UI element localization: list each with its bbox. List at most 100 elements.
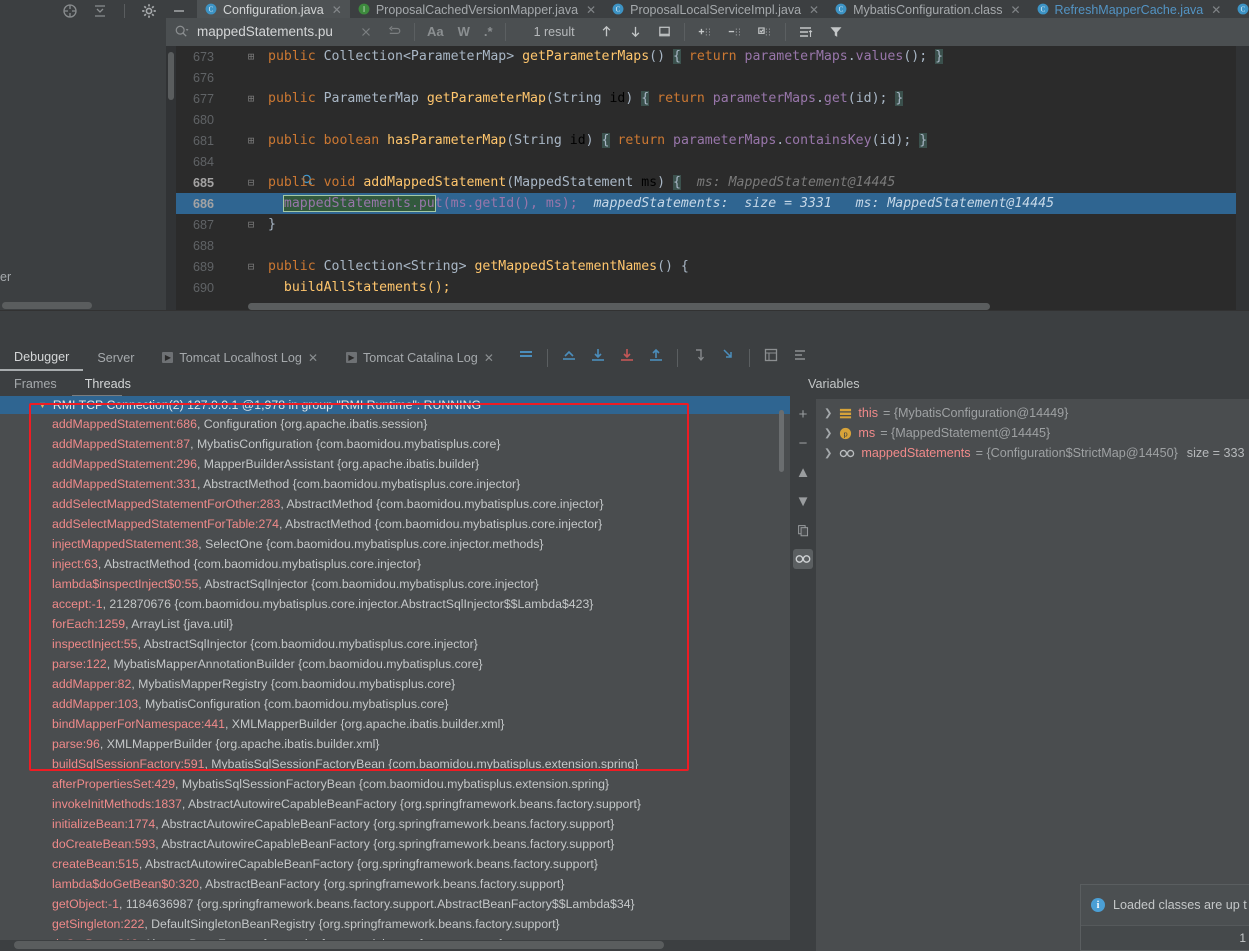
variable-row-this[interactable]: ❯ this = {MybatisConfiguration@14449} [790,403,1249,423]
frame-row[interactable]: bindMapperForNamespace:441, XMLMapperBui… [0,714,790,734]
fold-toggle[interactable]: ⊟ [242,218,260,231]
close-tab-icon[interactable]: ✕ [809,3,819,17]
close-tab-icon[interactable]: ✕ [484,351,494,365]
find-toggle-0[interactable]: Aa [427,24,444,39]
thread-row[interactable]: ▼ RMI TCP Connection(2) 127.0.0.1 @1,978… [0,396,790,414]
find-input-group[interactable]: mappedStatements.pu [166,24,347,39]
frames-list[interactable]: ▼ RMI TCP Connection(2) 127.0.0.1 @1,978… [0,396,790,940]
notification-actions[interactable]: 1 [1081,925,1249,950]
frame-row[interactable]: accept:-1, 212870676 {com.baomidou.mybat… [0,594,790,614]
select-occurrences-icon[interactable] [757,24,773,40]
debug-tab-3[interactable]: ▶Tomcat Catalina Log✕ [332,344,508,371]
debug-subtab-frames[interactable]: Frames [0,371,71,397]
move-down-icon[interactable]: ▼ [793,491,813,511]
layout-icon[interactable] [518,347,534,368]
fold-toggle[interactable]: ⊞ [242,134,260,147]
frame-row[interactable]: doCreateBean:593, AbstractAutowireCapabl… [0,834,790,854]
fold-toggle[interactable]: ⊟ [242,176,260,189]
frame-row[interactable]: addMappedStatement:331, AbstractMethod {… [0,474,790,494]
profiler-icon[interactable] [62,3,78,19]
find-toggle-1[interactable]: W [458,24,470,39]
chevron-right-icon[interactable]: ❯ [824,428,832,439]
variable-row-ms[interactable]: ❯ p ms = {MappedStatement@14445} [790,423,1249,443]
debug-subtab-threads[interactable]: Threads [71,371,145,397]
frame-row[interactable]: parse:96, XMLMapperBuilder {org.apache.i… [0,734,790,754]
notification-action-label[interactable]: 1 [1239,931,1246,945]
close-tab-icon[interactable]: ✕ [1010,3,1020,17]
prev-match-icon[interactable] [599,24,614,39]
step-out-icon[interactable] [648,347,664,368]
left-panel-hscrollbar[interactable] [2,302,92,309]
frame-row[interactable]: addSelectMappedStatementForTable:274, Ab… [0,514,790,534]
fold-toggle[interactable]: ⊟ [242,260,260,273]
settings-gear-icon[interactable] [141,3,157,19]
frame-row[interactable]: inject:63, AbstractMethod {com.baomidou.… [0,554,790,574]
close-tab-icon[interactable]: ✕ [586,3,596,17]
frame-row[interactable]: forEach:1259, ArrayList {java.util} [0,614,790,634]
remove-watch-icon[interactable]: − [793,433,813,453]
frame-row[interactable]: invokeInitMethods:1837, AbstractAutowire… [0,794,790,814]
code-editor[interactable]: 673 ⊞ public Collection<ParameterMap> ge… [166,46,1249,310]
collapse-icon[interactable] [92,3,108,19]
debug-tab-1[interactable]: Server [83,344,148,371]
frame-row[interactable]: doGetBean:318, AbstractBeanFactory {org.… [0,934,790,940]
frame-row[interactable]: addMapper:82, MybatisMapperRegistry {com… [0,674,790,694]
drop-frame-icon[interactable] [691,347,707,368]
frame-row[interactable]: buildSqlSessionFactory:591, MybatisSqlSe… [0,754,790,774]
add-selection-icon[interactable] [697,24,713,40]
run-to-cursor-icon[interactable] [720,347,736,368]
breakpoint-icon[interactable] [222,180,242,228]
frames-vertical-scrollbar[interactable] [779,410,784,472]
fold-toggle[interactable]: ⊞ [242,92,260,105]
minimize-icon[interactable] [171,3,187,19]
find-toggle-2[interactable]: .* [484,24,493,39]
close-icon[interactable] [359,25,373,39]
move-up-icon[interactable]: ▲ [793,462,813,482]
frame-row[interactable]: addMappedStatement:686, Configuration {o… [0,414,790,434]
frame-row[interactable]: getObject:-1, 1184636987 {org.springfram… [0,894,790,914]
chevron-right-icon[interactable]: ❯ [824,448,832,459]
frame-row[interactable]: inspectInject:55, AbstractSqlInjector {c… [0,634,790,654]
regex-wrap-icon[interactable] [387,24,402,39]
tool-window-divider[interactable] [0,310,1249,344]
close-tab-icon[interactable]: ✕ [308,351,318,365]
frame-row[interactable]: initializeBean:1774, AbstractAutowireCap… [0,814,790,834]
editor-error-stripe[interactable] [1236,46,1249,310]
variable-row-mappedStatements[interactable]: ❯ mappedStatements = {Configuration$Stri… [790,443,1249,463]
fold-toggle[interactable]: ⊞ [242,50,260,63]
step-over-icon[interactable] [590,347,606,368]
frame-row[interactable]: addMappedStatement:296, MapperBuilderAss… [0,454,790,474]
editor-vertical-scrollbar[interactable] [168,52,174,100]
frames-horizontal-scrollbar[interactable] [14,941,664,949]
search-icon[interactable] [174,24,189,39]
frame-row[interactable]: addMappedStatement:87, MybatisConfigurat… [0,434,790,454]
frame-row[interactable]: addSelectMappedStatementForOther:283, Ab… [0,494,790,514]
frame-row[interactable]: afterPropertiesSet:429, MybatisSqlSessio… [0,774,790,794]
copy-icon[interactable] [793,520,813,540]
evaluate-icon[interactable] [763,347,779,368]
watches-icon[interactable] [793,549,813,569]
debug-tab-0[interactable]: Debugger [0,344,83,371]
settings-icon[interactable] [792,347,808,368]
step-into-icon[interactable] [619,347,635,368]
notification-popup[interactable]: i Loaded classes are up t 1 [1080,884,1249,951]
frame-row[interactable]: lambda$doGetBean$0:320, AbstractBeanFact… [0,874,790,894]
debug-tab-2[interactable]: ▶Tomcat Localhost Log✕ [148,344,332,371]
frame-row[interactable]: lambda$inspectInject$0:55, AbstractSqlIn… [0,574,790,594]
variables-body[interactable]: + − ▲ ▼ ❯ this = {MybatisConfi [790,398,1249,951]
close-tab-icon[interactable]: ✕ [332,3,342,17]
add-watch-icon[interactable]: + [793,404,813,424]
select-all-icon[interactable] [657,24,672,39]
editor-horizontal-scrollbar[interactable] [248,303,990,310]
filter-icon[interactable] [828,24,844,40]
chevron-right-icon[interactable]: ❯ [824,408,832,419]
expand-triangle-icon[interactable]: ▼ [38,400,47,410]
frame-row[interactable]: createBean:515, AbstractAutowireCapableB… [0,854,790,874]
next-match-icon[interactable] [628,24,643,39]
frame-row[interactable]: getSingleton:222, DefaultSingletonBeanRe… [0,914,790,934]
frame-row[interactable]: addMapper:103, MybatisConfiguration {com… [0,694,790,714]
find-input[interactable]: mappedStatements.pu [197,24,347,39]
remove-selection-icon[interactable] [727,24,743,40]
force-step-into-icon[interactable] [561,347,577,368]
frame-row[interactable]: injectMappedStatement:38, SelectOne {com… [0,534,790,554]
